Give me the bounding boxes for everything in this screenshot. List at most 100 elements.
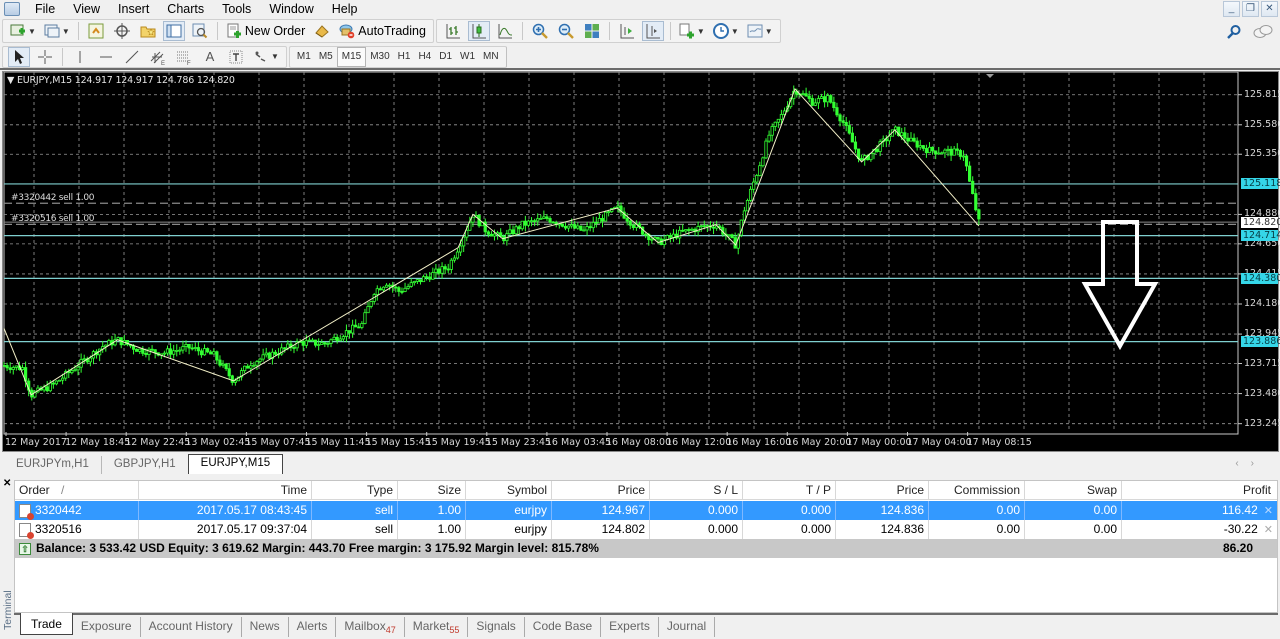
chart-tab-active[interactable]: EURJPY,M15 [187, 454, 284, 474]
col-price[interactable]: Price [552, 481, 650, 500]
terminal-tab-mailbox[interactable]: Mailbox47 [336, 617, 405, 637]
price-chart[interactable]: ▼ EURJPY,M15 124.917 124.917 124.786 124… [2, 71, 1280, 452]
menu-help[interactable]: Help [323, 0, 367, 18]
tile-windows-button[interactable] [581, 21, 603, 41]
col-current-price[interactable]: Price [836, 481, 929, 500]
strategy-tester-button[interactable] [189, 21, 211, 41]
minimize-button[interactable]: _ [1223, 1, 1240, 17]
arrows-button[interactable]: ▼ [251, 47, 281, 67]
timeframe-m30[interactable]: M30 [366, 47, 393, 67]
periods-button[interactable]: ▼ [711, 21, 741, 41]
terminal-tab-news[interactable]: News [242, 617, 289, 637]
navigator-button[interactable] [137, 21, 159, 41]
candle-body [394, 286, 398, 289]
candle-body [841, 120, 845, 123]
terminal-tab-signals[interactable]: Signals [468, 617, 525, 637]
timeframe-h1[interactable]: H1 [394, 47, 415, 67]
menu-file[interactable]: File [26, 0, 64, 18]
candle-body [381, 286, 386, 291]
search-icon[interactable] [1226, 24, 1242, 40]
menu-tools[interactable]: Tools [213, 0, 260, 18]
equidistant-channel-button[interactable]: E [147, 47, 169, 67]
price-tag-label: 124.714 [1241, 230, 1280, 242]
indicators-button[interactable]: ▼ [677, 21, 707, 41]
table-row[interactable]: 3320442 2017.05.17 08:43:45 sell 1.00 eu… [15, 501, 1277, 520]
terminal-button[interactable] [162, 21, 185, 41]
col-order[interactable]: Order / [15, 481, 139, 500]
zoom-in-button[interactable] [529, 21, 551, 41]
trendline-button[interactable] [121, 47, 143, 67]
candle-body [628, 220, 632, 226]
timeframe-m5[interactable]: M5 [315, 47, 337, 67]
terminal-tab-journal[interactable]: Journal [659, 617, 716, 637]
table-row[interactable]: 3320516 2017.05.17 09:37:04 sell 1.00 eu… [15, 520, 1277, 539]
candle-body [54, 380, 59, 385]
chart-tab[interactable]: GBPJPY,H1 [102, 456, 188, 474]
menu-insert[interactable]: Insert [109, 0, 158, 18]
auto-scroll-button[interactable] [616, 21, 638, 41]
timeframe-mn[interactable]: MN [479, 47, 503, 67]
bar-chart-button[interactable] [442, 21, 464, 41]
timeframe-m15[interactable]: M15 [336, 46, 367, 67]
timeframe-h4[interactable]: H4 [414, 47, 435, 67]
cursor-button[interactable] [8, 46, 30, 67]
col-profit[interactable]: Profit [1122, 481, 1277, 500]
terminal-tab-account-history[interactable]: Account History [141, 617, 242, 637]
metaeditor-button[interactable] [311, 21, 333, 41]
candle-body [684, 229, 688, 232]
close-order-icon[interactable]: ✕ [1264, 524, 1273, 536]
menu-charts[interactable]: Charts [158, 0, 213, 18]
menu-view[interactable]: View [64, 0, 109, 18]
chart-tab[interactable]: EURJPYm,H1 [4, 456, 102, 474]
candlestick-chart-button[interactable] [467, 21, 490, 41]
line-chart-button[interactable] [494, 21, 516, 41]
tab-scroll-arrows[interactable]: ‹› [1235, 458, 1266, 469]
vertical-line-button[interactable] [69, 47, 91, 67]
col-tp[interactable]: T / P [743, 481, 836, 500]
menu-window[interactable]: Window [260, 0, 322, 18]
col-commission[interactable]: Commission [929, 481, 1025, 500]
terminal-tab-alerts[interactable]: Alerts [289, 617, 337, 637]
candle-body [57, 379, 62, 382]
terminal-tab-trade[interactable]: Trade [20, 613, 73, 635]
col-size[interactable]: Size [398, 481, 466, 500]
templates-button[interactable]: ▼ [745, 21, 775, 41]
col-swap[interactable]: Swap [1025, 481, 1122, 500]
terminal-tab-code-base[interactable]: Code Base [525, 617, 602, 637]
col-symbol[interactable]: Symbol [466, 481, 552, 500]
timeframe-d1[interactable]: D1 [435, 47, 456, 67]
market-watch-button[interactable] [85, 21, 107, 41]
terminal-tab-experts[interactable]: Experts [601, 617, 659, 637]
col-type[interactable]: Type [312, 481, 398, 500]
new-chart-button[interactable]: ▼ [8, 21, 38, 41]
terminal-close-icon[interactable]: ✕ [3, 478, 11, 489]
autotrading-button[interactable]: AutoTrading [337, 21, 428, 41]
col-sl[interactable]: S / L [650, 481, 743, 500]
collapse-triangle-icon[interactable]: ▼ [7, 75, 17, 86]
chart-shift-button[interactable] [641, 21, 664, 41]
new-order-button[interactable]: New Order [224, 21, 307, 41]
candle-body [335, 336, 339, 342]
text-button[interactable]: A [199, 47, 221, 67]
candle-body [190, 347, 194, 350]
crosshair-button[interactable] [34, 47, 56, 67]
candle-body [548, 218, 552, 223]
zoom-out-button[interactable] [555, 21, 577, 41]
fibonacci-button[interactable]: F [173, 47, 195, 67]
text-label-button[interactable] [225, 47, 247, 67]
timeframe-w1[interactable]: W1 [456, 47, 479, 67]
candle-body [573, 224, 577, 229]
chart-canvas[interactable] [3, 72, 1278, 451]
data-window-button[interactable] [111, 21, 133, 41]
chat-icon[interactable] [1252, 24, 1274, 40]
profiles-button[interactable]: ▼ [42, 21, 72, 41]
col-time[interactable]: Time [139, 481, 312, 500]
timeframe-m1[interactable]: M1 [293, 47, 315, 67]
terminal-tab-exposure[interactable]: Exposure [73, 617, 141, 637]
restore-button[interactable]: ❐ [1242, 1, 1259, 17]
close-button[interactable]: ✕ [1261, 1, 1278, 17]
horizontal-line-button[interactable] [95, 47, 117, 67]
terminal-tab-market[interactable]: Market55 [405, 617, 469, 637]
close-order-icon[interactable]: ✕ [1264, 505, 1273, 517]
candle-body [70, 370, 74, 374]
